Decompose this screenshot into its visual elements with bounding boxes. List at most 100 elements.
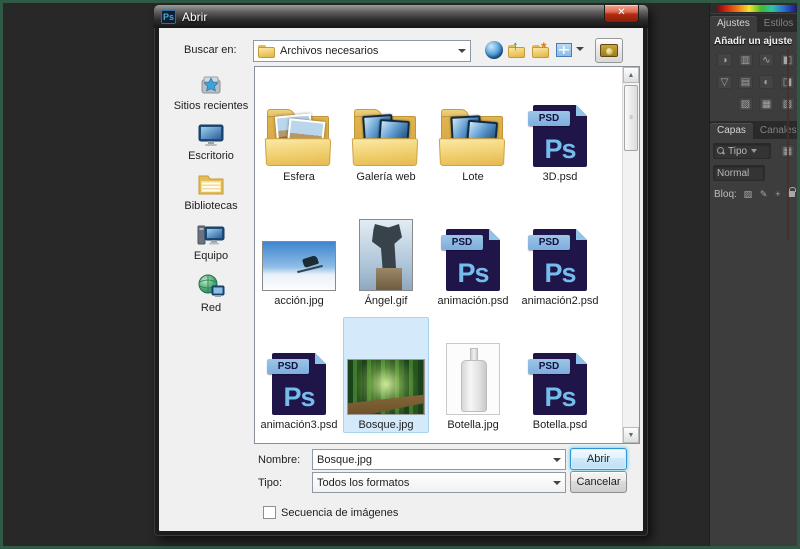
dialog-titlebar[interactable]: Ps Abrir ✕ <box>154 5 648 28</box>
file-item-accion-jpg[interactable]: acción.jpg <box>256 193 342 309</box>
open-button[interactable]: Abrir <box>570 448 627 470</box>
layer-filter-dropdown[interactable]: Tipo <box>713 143 771 159</box>
file-item-animacion-psd[interactable]: PSD Ps animación.psd <box>430 193 516 309</box>
lock-row: Bloq: ▨ ✎ + <box>714 189 795 200</box>
dropdown-arrow-icon[interactable] <box>458 49 466 53</box>
photo-thumbnail <box>359 219 413 291</box>
tab-ajustes[interactable]: Ajustes <box>710 16 757 32</box>
file-name: animación.psd <box>436 294 511 308</box>
file-item-bosque-jpg-selected[interactable]: Bosque.jpg <box>343 317 429 433</box>
vibrance-icon[interactable]: ▽ <box>717 75 732 89</box>
color-spectrum-icon <box>717 5 797 12</box>
look-in-combobox[interactable]: Archivos necesarios <box>253 40 471 62</box>
new-folder-icon[interactable]: * <box>532 41 552 61</box>
back-globe-icon[interactable] <box>484 40 504 60</box>
file-item-animacion3-psd[interactable]: PSD Ps animación3.psd <box>256 317 342 433</box>
scroll-up-button[interactable]: ▲ <box>623 67 639 83</box>
lock-transparency-icon[interactable]: ▨ <box>744 189 753 199</box>
psd-file-icon: PSD Ps <box>533 353 587 415</box>
file-list[interactable]: Esfera Galería web <box>254 66 640 444</box>
psd-file-icon: PSD Ps <box>533 105 587 167</box>
tab-canales[interactable]: Canales <box>753 123 797 139</box>
lock-move-icon[interactable]: + <box>775 189 780 199</box>
file-name-value: Bosque.jpg <box>317 454 549 466</box>
preview-toggle-button[interactable] <box>595 38 623 63</box>
grip-icon: ≡ <box>629 115 633 121</box>
camera-icon <box>600 44 618 57</box>
file-name: Esfera <box>281 170 317 184</box>
scroll-down-button[interactable]: ▼ <box>623 427 639 443</box>
file-item-lote[interactable]: Lote <box>430 69 516 185</box>
tab-estilos[interactable]: Estilos <box>757 16 797 32</box>
file-type-combobox[interactable]: Todos los formatos <box>312 472 566 493</box>
sidebar-item-libraries[interactable]: Bibliotecas <box>167 170 255 212</box>
up-one-level-icon[interactable]: ↑ <box>508 41 528 61</box>
sidebar-item-recent-places[interactable]: Sitios recientes <box>167 70 255 112</box>
sidebar-item-computer[interactable]: Equipo <box>167 220 255 262</box>
blend-mode-dropdown[interactable]: Normal <box>713 165 765 181</box>
photo-filter-icon[interactable]: ▨ <box>738 97 753 111</box>
hue-saturation-icon[interactable]: ▤ <box>738 75 753 89</box>
search-icon <box>717 147 725 155</box>
file-name: animación3.psd <box>258 418 339 432</box>
desktop-icon <box>167 120 255 148</box>
file-type-value: Todos los formatos <box>317 477 549 489</box>
open-button-label: Abrir <box>587 453 610 465</box>
channel-mixer-icon[interactable]: ▦ <box>759 97 774 111</box>
sidebar-item-label: Red <box>167 302 255 314</box>
brightness-contrast-icon[interactable]: ◑ <box>717 53 732 67</box>
view-menu-icon[interactable] <box>556 40 584 60</box>
sidebar-item-desktop[interactable]: Escritorio <box>167 120 255 162</box>
curves-icon[interactable]: ∿ <box>759 53 774 67</box>
cancel-button[interactable]: Cancelar <box>570 471 627 493</box>
file-item-galeria-web[interactable]: Galería web <box>343 69 429 185</box>
sidebar-item-label: Equipo <box>167 250 255 262</box>
file-item-3d-psd[interactable]: PSD Ps 3D.psd <box>517 69 603 185</box>
cancel-button-label: Cancelar <box>576 476 620 488</box>
file-name: acción.jpg <box>272 294 326 308</box>
look-in-label: Buscar en: <box>184 44 237 56</box>
dropdown-arrow-icon[interactable] <box>553 481 561 485</box>
scrollbar-thumb[interactable]: ≡ <box>624 85 638 151</box>
file-item-animacion2-psd[interactable]: PSD Ps animación2.psd <box>517 193 603 309</box>
sequence-checkbox[interactable] <box>263 506 276 519</box>
tab-capas[interactable]: Capas <box>710 123 753 139</box>
file-item-botella-psd[interactable]: PSD Ps Botella.psd <box>517 317 603 433</box>
look-in-value: Archivos necesarios <box>280 45 454 57</box>
sparkle-icon: * <box>541 39 546 55</box>
close-button[interactable]: ✕ <box>604 5 639 23</box>
sidebar-item-network[interactable]: Red <box>167 272 255 314</box>
file-name: Bosque.jpg <box>356 418 415 432</box>
dialog-client-area: Buscar en: Archivos necesarios ↑ * <box>159 28 643 531</box>
blend-mode-value: Normal <box>717 168 749 179</box>
scrollbar[interactable]: ▲ ≡ ▼ <box>622 67 639 443</box>
psd-badge: PSD <box>528 111 570 126</box>
sidebar-item-label: Escritorio <box>167 150 255 162</box>
lock-all-icon[interactable] <box>788 191 795 197</box>
file-item-esfera[interactable]: Esfera <box>256 69 342 185</box>
file-name: Lote <box>460 170 485 184</box>
computer-icon <box>167 220 255 248</box>
file-name: animación2.psd <box>519 294 600 308</box>
recent-places-icon <box>167 70 255 98</box>
open-dialog: Ps Abrir ✕ Buscar en: Archivos necesario… <box>154 5 648 536</box>
dropdown-arrow-icon[interactable] <box>553 458 561 462</box>
psd-badge: PSD <box>267 359 309 374</box>
grid-icon <box>556 43 572 57</box>
psd-glyph: Ps <box>446 258 500 289</box>
psd-glyph: Ps <box>533 134 587 165</box>
psd-badge: PSD <box>528 235 570 250</box>
folder-icon <box>258 45 275 58</box>
lock-paint-icon[interactable]: ✎ <box>760 189 768 199</box>
file-name-combobox[interactable]: Bosque.jpg <box>312 449 566 470</box>
psd-file-icon: PSD Ps <box>446 229 500 291</box>
folder-icon <box>266 109 332 167</box>
lock-label: Bloq: <box>714 189 737 200</box>
file-item-angel-gif[interactable]: Ángel.gif <box>343 193 429 309</box>
psd-badge: PSD <box>441 235 483 250</box>
file-item-botella-jpg[interactable]: Botella.jpg <box>430 317 516 433</box>
levels-icon[interactable]: ▥ <box>738 53 753 67</box>
file-name: Botella.psd <box>531 418 589 432</box>
file-name: Botella.jpg <box>445 418 500 432</box>
color-balance-icon[interactable]: ◐ <box>759 75 774 89</box>
